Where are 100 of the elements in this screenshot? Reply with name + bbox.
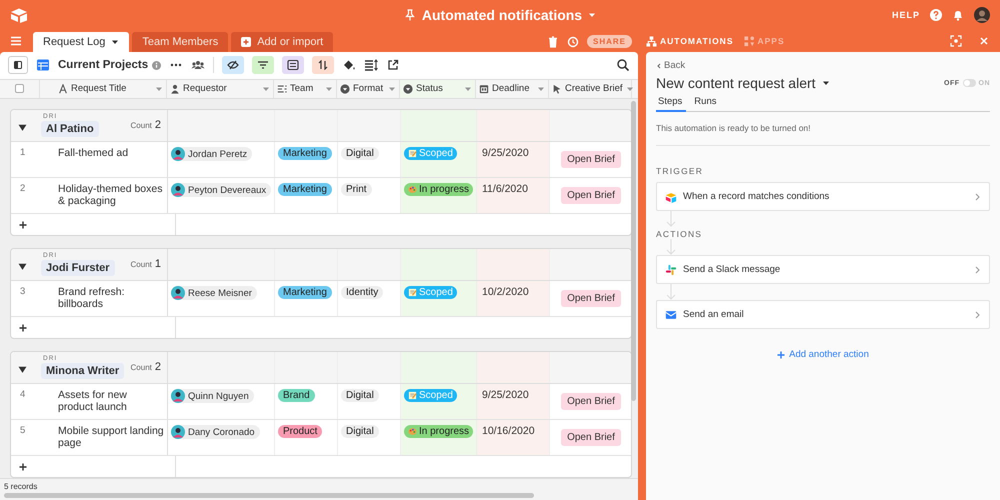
status-tag: In progress — [404, 183, 474, 196]
export-icon[interactable] — [386, 58, 400, 72]
request-title: Holiday-themed boxes & packaging — [58, 183, 162, 208]
hash-logo-icon — [665, 264, 677, 276]
connector-arrow — [665, 211, 677, 227]
logo-icon[interactable] — [10, 7, 28, 23]
filter-icon — [257, 60, 270, 70]
count-value: 1 — [154, 258, 161, 270]
request-title: Fall-themed ad — [58, 147, 128, 160]
flow-icon — [646, 36, 657, 46]
menu-icon[interactable] — [10, 35, 22, 47]
trash-icon[interactable] — [546, 36, 559, 48]
open-brief-button[interactable]: Open Brief — [561, 429, 621, 446]
trigger-step[interactable]: When a record matches conditions — [656, 182, 990, 211]
pin-icon — [404, 9, 416, 21]
requestor-name: Dany Coronado — [188, 426, 255, 438]
format-tag: Digital — [341, 425, 379, 438]
grid-view-icon[interactable] — [36, 58, 50, 72]
history-icon[interactable] — [566, 36, 579, 48]
info-icon[interactable] — [152, 60, 162, 70]
deadline-cell: 10/16/2020 — [477, 420, 550, 456]
row-number: 2 — [20, 183, 26, 194]
palette-icon — [408, 185, 417, 194]
caret-icon — [155, 84, 163, 93]
column-header[interactable]: Team — [274, 80, 337, 98]
close-icon[interactable] — [978, 35, 990, 47]
notepad-icon — [408, 391, 417, 400]
plus-icon — [19, 220, 27, 229]
horizontal-scrollbar[interactable] — [4, 492, 534, 498]
collapse-caret-icon[interactable] — [18, 123, 27, 132]
add-action-link[interactable]: Add another action — [777, 349, 869, 360]
vertical-scrollbar[interactable] — [631, 101, 636, 402]
sort-button[interactable] — [312, 56, 334, 74]
table-tab[interactable]: Request Log — [33, 32, 130, 52]
panel-subtab[interactable]: Steps — [656, 94, 686, 112]
avatar-icon — [171, 286, 185, 300]
column-header[interactable]: Status — [400, 80, 476, 98]
group-button[interactable] — [282, 56, 304, 74]
avatar-icon — [171, 425, 185, 440]
help-icon[interactable] — [930, 9, 942, 21]
count-label: Count — [130, 363, 152, 372]
apps-icon — [744, 36, 754, 46]
chevron-right-icon — [974, 266, 981, 274]
paint-bucket-icon[interactable] — [342, 58, 356, 72]
requestor-name: Peyton Devereaux — [188, 184, 266, 196]
hide-fields-button[interactable] — [222, 56, 244, 74]
bell-icon[interactable] — [952, 9, 964, 21]
add-record-button[interactable] — [19, 462, 29, 472]
column-header[interactable]: Request Title — [40, 80, 167, 98]
record-count: 5 records — [4, 482, 38, 492]
open-brief-button[interactable]: Open Brief — [561, 290, 621, 308]
format-tag: Digital — [341, 389, 379, 402]
team-tag: Marketing — [278, 183, 332, 196]
status-message: This automation is ready to be turned on! — [656, 112, 990, 146]
column-header[interactable]: Creative Brief — [549, 80, 632, 98]
open-brief-button[interactable]: Open Brief — [561, 393, 621, 410]
count-value: 2 — [154, 119, 161, 132]
action-step[interactable]: Send a Slack message — [656, 255, 990, 284]
expand-icon[interactable] — [950, 35, 962, 47]
back-link[interactable]: Back — [656, 60, 686, 71]
plus-icon — [19, 462, 27, 471]
open-brief-button[interactable]: Open Brief — [561, 187, 621, 204]
user-avatar[interactable] — [974, 7, 990, 23]
requestor-name: Jordan Peretz — [188, 148, 248, 160]
open-brief-button[interactable]: Open Brief — [561, 151, 621, 168]
request-title: Brand refresh: billboards — [58, 286, 125, 310]
caret-icon — [111, 38, 120, 46]
automation-title[interactable]: New content request alert — [656, 75, 816, 91]
section-heading: ACTIONS — [656, 229, 704, 239]
add-record-button[interactable] — [19, 322, 29, 333]
list-box-icon — [287, 60, 300, 70]
filter-button[interactable] — [252, 56, 274, 74]
panel-subtab[interactable]: Runs — [692, 94, 720, 112]
caret-icon — [537, 84, 545, 93]
status-tag: Scoped — [404, 147, 457, 160]
search-icon[interactable] — [616, 58, 630, 72]
collapse-caret-icon[interactable] — [18, 262, 27, 272]
toggle-switch[interactable] — [962, 79, 976, 87]
view-name[interactable]: Current Projects — [58, 59, 148, 72]
action-step[interactable]: Send an email — [656, 300, 990, 329]
status-tag: In progress — [404, 425, 474, 438]
row-height-icon[interactable] — [364, 58, 378, 72]
select-all-checkbox[interactable] — [15, 84, 24, 94]
avatar-icon — [171, 183, 185, 198]
row-number: 5 — [20, 425, 26, 436]
format-tag: Identity — [341, 286, 384, 300]
add-record-button[interactable] — [19, 220, 29, 230]
caret-icon — [262, 84, 270, 93]
cursor-icon — [552, 84, 562, 94]
team-tag: Product — [278, 425, 322, 438]
collapse-caret-icon[interactable] — [18, 365, 27, 374]
column-header[interactable]: Deadline — [476, 80, 549, 98]
sidebar-toggle[interactable] — [8, 56, 28, 74]
column-header[interactable]: Requestor — [167, 80, 274, 98]
plus-icon — [241, 37, 252, 47]
palette-icon — [408, 427, 417, 436]
team-tag: Marketing — [278, 147, 332, 160]
plus-icon — [19, 324, 27, 332]
sort-icon — [317, 60, 330, 70]
caret-icon — [325, 84, 333, 93]
